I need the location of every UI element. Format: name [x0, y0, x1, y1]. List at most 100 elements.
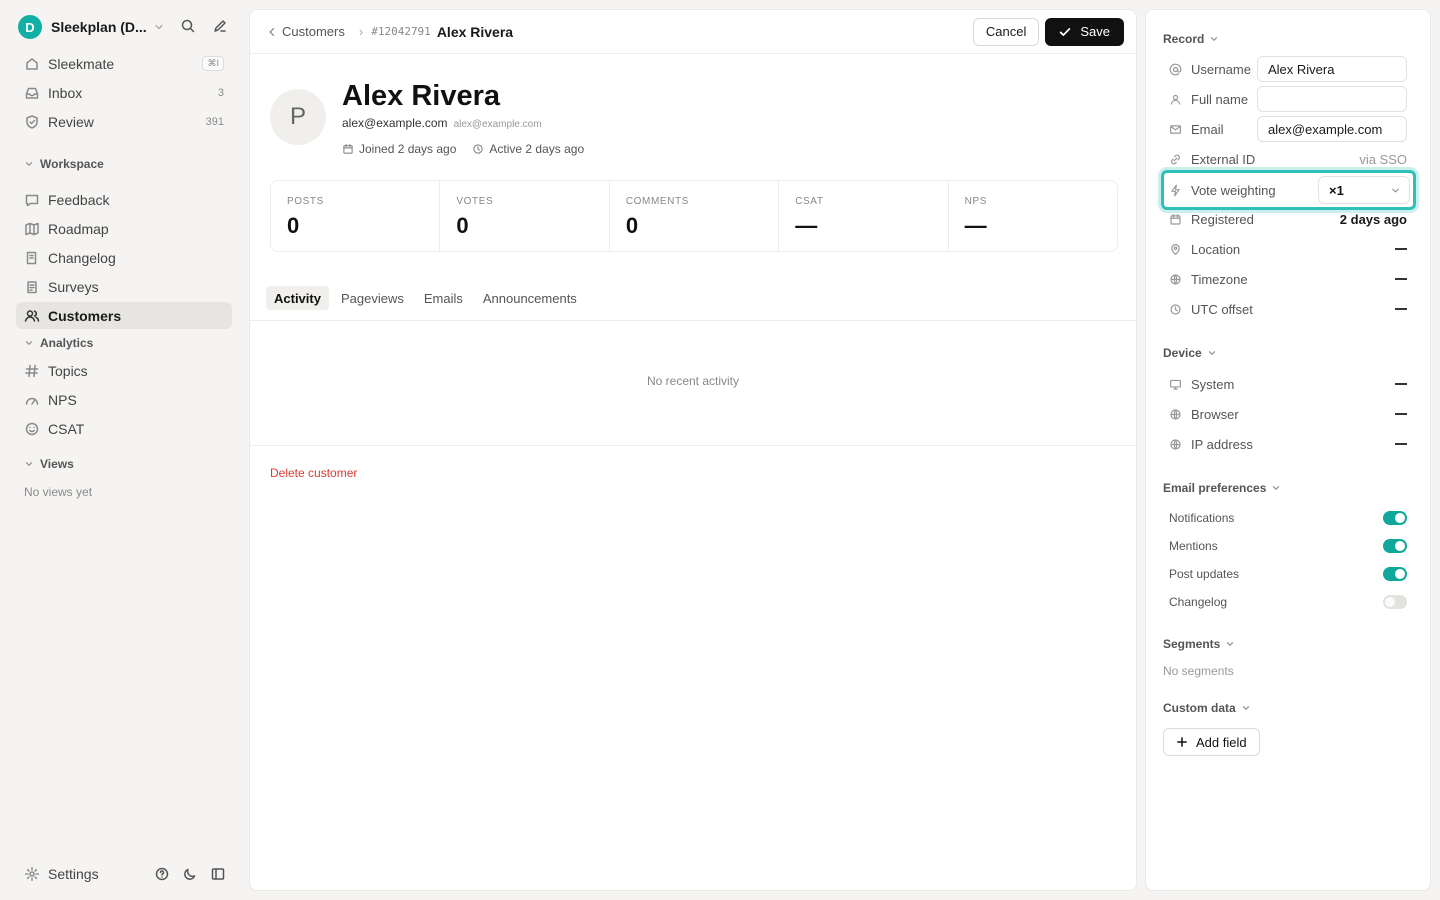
- cancel-button[interactable]: Cancel: [972, 17, 1040, 46]
- section-toggle-custom-data[interactable]: Custom data: [1163, 701, 1251, 715]
- timezone-row: Timezone: [1169, 266, 1407, 292]
- sidebar: D Sleekplan (D... Sleekmate ⌘I Inbox 3 R…: [0, 0, 248, 900]
- sidebar-item-label: Surveys: [48, 278, 99, 295]
- chevron-left-icon[interactable]: [266, 26, 278, 38]
- compose-icon[interactable]: [212, 18, 228, 34]
- pref-label: Changelog: [1169, 595, 1228, 609]
- tab-announcements[interactable]: Announcements: [475, 286, 585, 310]
- moon-icon[interactable]: [182, 866, 198, 882]
- divider: [250, 320, 1136, 321]
- clock-icon: [472, 143, 484, 155]
- section-toggle-record[interactable]: Record: [1163, 32, 1219, 46]
- section-label: Segments: [1163, 637, 1221, 651]
- plus-icon: [1176, 736, 1188, 748]
- tab-pageviews[interactable]: Pageviews: [333, 286, 412, 310]
- field-label: Registered: [1191, 211, 1254, 227]
- stat-posts: POSTS 0: [271, 181, 441, 251]
- save-label: Save: [1080, 24, 1110, 39]
- delete-customer-link[interactable]: Delete customer: [270, 466, 357, 480]
- breadcrumb: Customers › #12042791 Alex Rivera: [266, 24, 513, 40]
- active-meta: Active 2 days ago: [472, 142, 584, 156]
- gear-icon[interactable]: [24, 866, 40, 882]
- sidebar-item-feedback[interactable]: Feedback: [16, 186, 232, 213]
- search-icon[interactable]: [180, 18, 196, 34]
- post-updates-toggle[interactable]: [1383, 567, 1407, 581]
- mentions-toggle[interactable]: [1383, 539, 1407, 553]
- sidebar-item-nps[interactable]: NPS: [16, 386, 232, 413]
- section-label: Analytics: [40, 336, 94, 350]
- analytics-nav: Analytics Topics NPS CSAT: [16, 332, 232, 444]
- chevron-down-icon: [24, 338, 34, 348]
- location-row: Location: [1169, 236, 1407, 262]
- ip-address-row: IP address: [1169, 431, 1407, 457]
- email-field[interactable]: alex@example.com: [1257, 116, 1407, 142]
- save-button[interactable]: Save: [1045, 17, 1124, 46]
- breadcrumb-customers-link[interactable]: Customers: [282, 24, 345, 39]
- tab-activity[interactable]: Activity: [266, 286, 329, 310]
- inbox-icon: [24, 85, 40, 101]
- fullname-input[interactable]: [1257, 86, 1407, 112]
- empty-value-dash: [1395, 413, 1407, 415]
- vote-weighting-select[interactable]: ×1: [1318, 176, 1410, 204]
- shield-icon: [24, 114, 40, 130]
- sidebar-item-customers[interactable]: Customers: [16, 302, 232, 329]
- section-label: Custom data: [1163, 701, 1236, 715]
- stat-value: 0: [625, 213, 639, 238]
- add-field-label: Add field: [1196, 734, 1247, 750]
- field-label: Username: [1191, 61, 1251, 77]
- chevron-down-icon: [24, 459, 34, 469]
- sidebar-item-review[interactable]: Review 391: [16, 108, 232, 135]
- workspace-switcher[interactable]: D Sleekplan (D...: [18, 14, 234, 40]
- sidebar-item-label: NPS: [48, 391, 77, 408]
- avatar: P: [270, 89, 326, 145]
- email-primary: alex@example.com: [342, 116, 448, 130]
- customer-email: alex@example.com alex@example.com: [342, 116, 542, 130]
- shortcut-badge: ⌘I: [202, 56, 224, 71]
- empty-value-dash: [1395, 308, 1407, 310]
- sidebar-item-label: Review: [48, 113, 94, 130]
- changelog-toggle[interactable]: [1383, 595, 1407, 609]
- section-label: Record: [1163, 32, 1205, 46]
- sidebar-item-roadmap[interactable]: Roadmap: [16, 215, 232, 242]
- stat-label: NPS: [964, 196, 987, 207]
- sidebar-item-topics[interactable]: Topics: [16, 357, 232, 384]
- workspace-avatar: D: [18, 15, 42, 39]
- field-label: Browser: [1191, 406, 1239, 422]
- external-id-value: via SSO: [1359, 151, 1407, 167]
- field-label: Timezone: [1191, 271, 1248, 287]
- section-toggle-analytics[interactable]: Analytics: [16, 332, 232, 354]
- settings-link[interactable]: Settings: [48, 866, 154, 882]
- sidebar-item-inbox[interactable]: Inbox 3: [16, 79, 232, 106]
- tab-emails[interactable]: Emails: [416, 286, 471, 310]
- section-label: Workspace: [40, 157, 104, 171]
- stat-label: VOTES: [456, 196, 494, 207]
- stat-value: —: [964, 213, 987, 238]
- sidebar-item-csat[interactable]: CSAT: [16, 415, 232, 442]
- section-toggle-workspace[interactable]: Workspace: [16, 153, 232, 175]
- section-toggle-views[interactable]: Views: [16, 453, 232, 475]
- sidebar-footer: Settings: [16, 862, 232, 886]
- external-id-row: External ID via SSO: [1169, 146, 1407, 172]
- stat-nps: NPS —: [949, 181, 1117, 251]
- sidebar-item-sleekmate[interactable]: Sleekmate ⌘I: [16, 50, 232, 77]
- sidebar-toggle-icon[interactable]: [210, 866, 226, 882]
- count-badge: 3: [217, 86, 224, 99]
- help-icon[interactable]: [154, 866, 170, 882]
- sidebar-item-label: Sleekmate: [48, 55, 115, 72]
- pref-mentions: Mentions: [1169, 536, 1407, 556]
- sidebar-item-label: CSAT: [48, 420, 85, 437]
- chevron-down-icon: [1207, 348, 1217, 358]
- sidebar-item-surveys[interactable]: Surveys: [16, 273, 232, 300]
- sparkle-home-icon: [24, 56, 40, 72]
- sidebar-item-changelog[interactable]: Changelog: [16, 244, 232, 271]
- username-input[interactable]: Alex Rivera: [1257, 56, 1407, 82]
- segments-empty-note: No segments: [1163, 664, 1234, 678]
- section-toggle-device[interactable]: Device: [1163, 346, 1217, 360]
- detail-tabs: Activity Pageviews Emails Announcements: [266, 286, 585, 310]
- add-field-button[interactable]: Add field: [1163, 728, 1260, 756]
- section-toggle-segments[interactable]: Segments: [1163, 637, 1235, 651]
- notifications-toggle[interactable]: [1383, 511, 1407, 525]
- empty-value-dash: [1395, 383, 1407, 385]
- section-toggle-email-preferences[interactable]: Email preferences: [1163, 481, 1281, 495]
- smile-icon: [24, 421, 40, 437]
